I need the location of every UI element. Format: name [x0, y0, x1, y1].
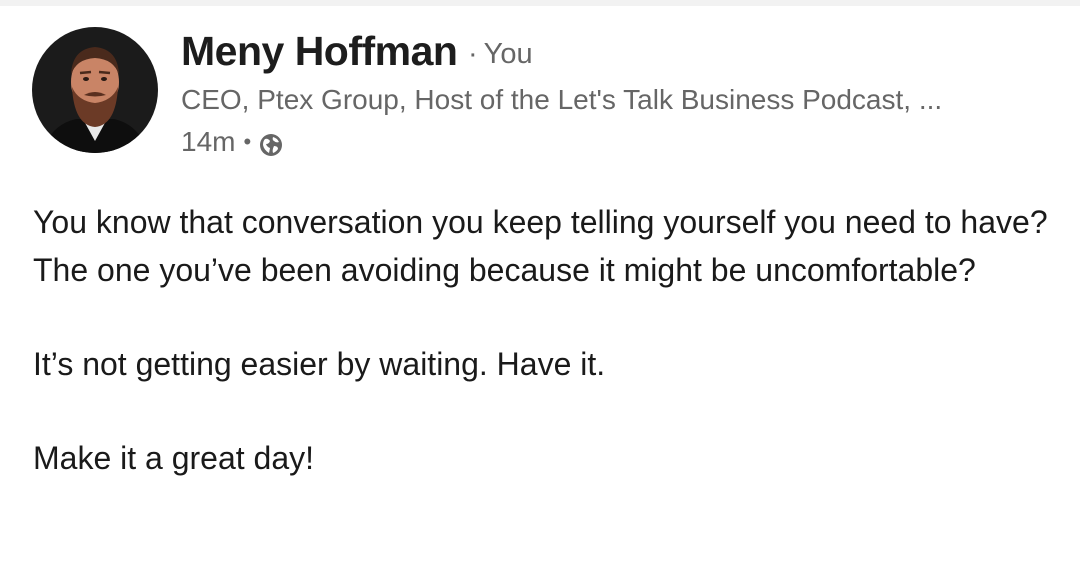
post-body: You know that conversation you keep tell… — [33, 198, 1053, 482]
post-timestamp: 14m — [181, 126, 236, 157]
avatar-photo — [32, 27, 158, 153]
author-name[interactable]: Meny Hoffman — [181, 28, 458, 74]
post-paragraph: You know that conversation you keep tell… — [33, 204, 1048, 288]
author-avatar[interactable] — [32, 27, 158, 153]
feed-post: Meny Hoffman · You CEO, Ptex Group, Host … — [0, 0, 1080, 568]
post-paragraph: Make it a great day! — [33, 440, 315, 476]
post-paragraph: It’s not getting easier by waiting. Have… — [33, 346, 606, 382]
author-relationship: · You — [464, 36, 533, 72]
author-headline: CEO, Ptex Group, Host of the Let's Talk … — [181, 84, 943, 115]
post-meta: 14m • — [181, 124, 283, 160]
time-separator: • — [243, 129, 252, 154]
meta-separator: · — [468, 38, 478, 70]
globe-icon — [259, 130, 283, 156]
relationship-label: You — [483, 38, 533, 70]
